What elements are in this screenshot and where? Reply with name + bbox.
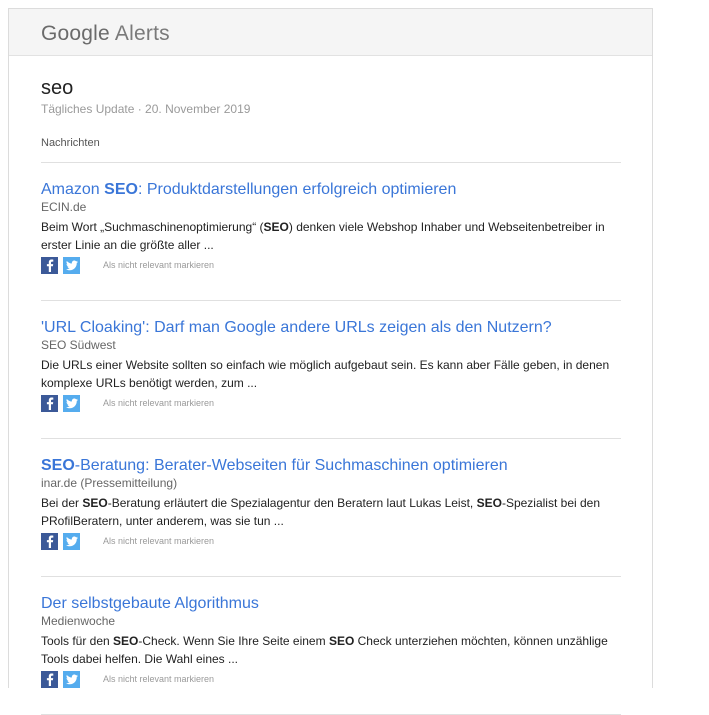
text-run: -Check. Wenn Sie Ihre Seite einem bbox=[138, 634, 329, 648]
text-run: 'URL Cloaking': Darf man Google andere U… bbox=[41, 319, 552, 336]
article-snippet: Bei der SEO-Beratung erläutert die Spezi… bbox=[41, 494, 621, 530]
article-source: inar.de (Pressemitteilung) bbox=[41, 476, 178, 490]
article-snippet: Die URLs einer Website sollten so einfac… bbox=[41, 356, 621, 392]
news-item: 'URL Cloaking': Darf man Google andere U… bbox=[41, 301, 620, 412]
item-actions: Als nicht relevant markieren bbox=[41, 532, 620, 550]
text-run: : Produktdarstellungen erfolgreich optim… bbox=[137, 181, 457, 198]
logo-google: Google bbox=[41, 22, 110, 45]
text-run: -Beratung: Berater-Webseiten für Suchmas… bbox=[74, 457, 508, 474]
highlight-text: SEO bbox=[113, 634, 139, 648]
article-title-link[interactable]: Amazon SEO: Produktdarstellungen erfolgr… bbox=[41, 180, 620, 199]
alert-query: seo bbox=[41, 77, 74, 99]
article-title-link[interactable]: SEO-Beratung: Berater-Webseiten für Such… bbox=[41, 456, 620, 475]
alert-subtitle: Tägliches Update · 20. November 2019 bbox=[41, 102, 251, 116]
article-source: Medienwoche bbox=[41, 614, 116, 628]
facebook-icon[interactable] bbox=[41, 256, 58, 274]
highlight-text: SEO bbox=[476, 496, 502, 510]
facebook-icon[interactable] bbox=[41, 394, 58, 412]
facebook-icon[interactable] bbox=[41, 532, 58, 550]
header: Google Alerts bbox=[9, 9, 652, 56]
logo-alerts: Alerts bbox=[114, 22, 170, 45]
news-item: SEO-Beratung: Berater-Webseiten für Such… bbox=[41, 439, 620, 550]
section-label: Nachrichten bbox=[41, 137, 100, 149]
highlight-text: SEO bbox=[263, 220, 289, 234]
news-item: Amazon SEO: Produktdarstellungen erfolgr… bbox=[41, 163, 620, 274]
article-title-link[interactable]: Der selbstgebaute Algorithmus bbox=[41, 594, 620, 613]
text-run: Die URLs einer Website sollten so einfac… bbox=[41, 358, 610, 390]
text-run: Beim Wort „Suchmaschinenoptimierung“ ( bbox=[41, 220, 264, 234]
item-actions: Als nicht relevant markieren bbox=[41, 670, 620, 688]
facebook-icon[interactable] bbox=[41, 670, 58, 688]
article-snippet: Beim Wort „Suchmaschinenoptimierung“ (SE… bbox=[41, 218, 621, 254]
main-content: seo Tägliches Update · 20. November 2019… bbox=[9, 77, 652, 715]
text-run: Bei der bbox=[41, 496, 83, 510]
text-run: -Beratung erläutert die Spezialagentur d… bbox=[107, 496, 477, 510]
item-actions: Als nicht relevant markieren bbox=[41, 394, 620, 412]
twitter-icon[interactable] bbox=[63, 670, 80, 688]
item-actions: Als nicht relevant markieren bbox=[41, 256, 620, 274]
article-snippet: Tools für den SEO-Check. Wenn Sie Ihre S… bbox=[41, 632, 621, 668]
google-alerts-logo[interactable]: Google Alerts bbox=[41, 22, 170, 46]
news-item: Der selbstgebaute Algorithmus Medienwoche… bbox=[41, 577, 620, 688]
mark-not-relevant-link[interactable]: Als nicht relevant markieren bbox=[103, 536, 214, 546]
alert-email-card: Google Alerts seo Tägliches Update · 20. … bbox=[8, 8, 653, 715]
mark-not-relevant-link[interactable]: Als nicht relevant markieren bbox=[103, 674, 214, 684]
mark-not-relevant-link[interactable]: Als nicht relevant markieren bbox=[103, 260, 214, 270]
article-title-link[interactable]: 'URL Cloaking': Darf man Google andere U… bbox=[41, 318, 620, 337]
highlight-text: SEO bbox=[41, 457, 75, 474]
text-run: Der selbstgebaute Algorithmus bbox=[41, 595, 259, 612]
highlight-text: SEO bbox=[104, 181, 138, 198]
twitter-icon[interactable] bbox=[63, 532, 80, 550]
highlight-text: SEO bbox=[328, 634, 355, 648]
twitter-icon[interactable] bbox=[63, 256, 80, 274]
mark-not-relevant-link[interactable]: Als nicht relevant markieren bbox=[103, 398, 214, 408]
twitter-icon[interactable] bbox=[63, 394, 80, 412]
article-source: ECIN.de bbox=[41, 200, 87, 214]
text-run: Tools für den bbox=[41, 634, 114, 648]
results-list: Amazon SEO: Produktdarstellungen erfolgr… bbox=[41, 163, 621, 715]
text-run: Amazon bbox=[41, 181, 105, 198]
article-source: SEO Südwest bbox=[41, 338, 116, 352]
highlight-text: SEO bbox=[82, 496, 108, 510]
